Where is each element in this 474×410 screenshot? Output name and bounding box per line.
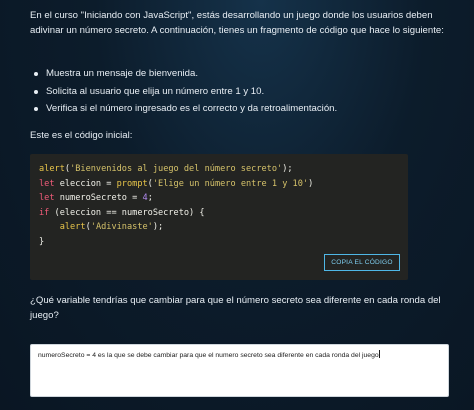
intro-paragraph: En el curso "Iniciando con JavaScript", … — [30, 10, 444, 36]
code-line-2: let eleccion = prompt('Elige un número e… — [39, 178, 314, 189]
list-item: Muestra un mensaje de bienvenida. — [34, 66, 454, 81]
code-line-6: } — [39, 236, 45, 247]
code-line-3: let numeroSecreto = 4; — [39, 193, 153, 204]
initial-code-label: Este es el código inicial: — [30, 130, 133, 141]
code-line-1: alert('Bienvenidos al juego del número s… — [39, 164, 293, 174]
code-line-5: alert('Adivinaste'); — [59, 222, 164, 233]
text-caret — [378, 350, 380, 358]
code-content: alert('Bienvenidos al juego del número s… — [39, 162, 313, 250]
copy-code-button[interactable]: COPIA EL CÓDIGO — [324, 254, 400, 271]
list-item: Solicita al usuario que elija un número … — [34, 84, 454, 99]
list-item: Verifica si el número ingresado es el co… — [34, 101, 454, 116]
answer-textarea[interactable]: numeroSecreto = 4 es la que se debe camb… — [30, 344, 449, 397]
requirements-list: Muestra un mensaje de bienvenida. Solici… — [34, 66, 454, 119]
answer-value: numeroSecreto = 4 es la que se debe camb… — [38, 350, 380, 359]
code-block: alert('Bienvenidos al juego del número s… — [30, 154, 408, 280]
question-text: ¿Qué variable tendrías que cambiar para … — [30, 295, 441, 321]
code-line-4: if (eleccion == numeroSecreto) { — [39, 207, 205, 218]
